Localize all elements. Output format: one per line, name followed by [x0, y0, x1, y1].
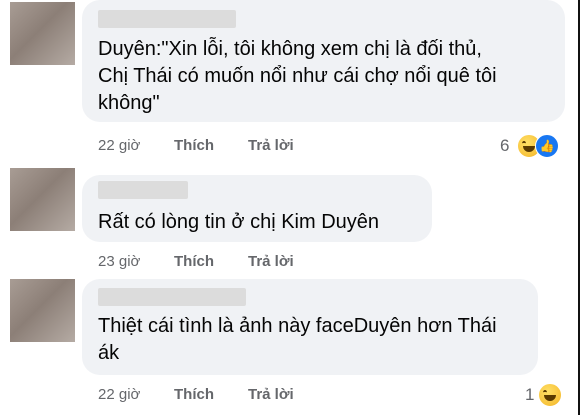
avatar[interactable] [10, 168, 75, 231]
reaction-summary[interactable]: 1 [525, 383, 570, 407]
author-name-blurred[interactable] [98, 10, 236, 28]
avatar[interactable] [10, 2, 75, 65]
comment-text: Duyên:"Xin lỗi, tôi không xem chị là đối… [98, 38, 497, 114]
reaction-count: 1 [525, 385, 535, 404]
reply-button[interactable]: Trả lời [248, 137, 294, 154]
reply-button[interactable]: Trả lời [248, 253, 294, 270]
reaction-summary[interactable]: 6 👍 [500, 134, 570, 158]
reaction-count: 6 [500, 136, 510, 155]
like-button[interactable]: Thích [174, 137, 214, 154]
comment-time[interactable]: 23 giờ [98, 253, 140, 270]
author-name-blurred[interactable] [98, 181, 188, 199]
comment-time[interactable]: 22 giờ [98, 137, 140, 154]
haha-emoji-icon [538, 383, 562, 407]
comment-text: Thiệt cái tình là ảnh này faceDuyên hơn … [98, 315, 497, 364]
avatar[interactable] [10, 279, 75, 342]
like-button[interactable]: Thích [174, 253, 214, 270]
like-button[interactable]: Thích [174, 386, 214, 403]
reply-button[interactable]: Trả lời [248, 386, 294, 403]
comment-time[interactable]: 22 giờ [98, 386, 140, 403]
like-icon: 👍 [535, 134, 559, 158]
author-name-blurred[interactable] [98, 288, 246, 306]
comment-text: Rất có lòng tin ở chị Kim Duyên [98, 211, 380, 233]
